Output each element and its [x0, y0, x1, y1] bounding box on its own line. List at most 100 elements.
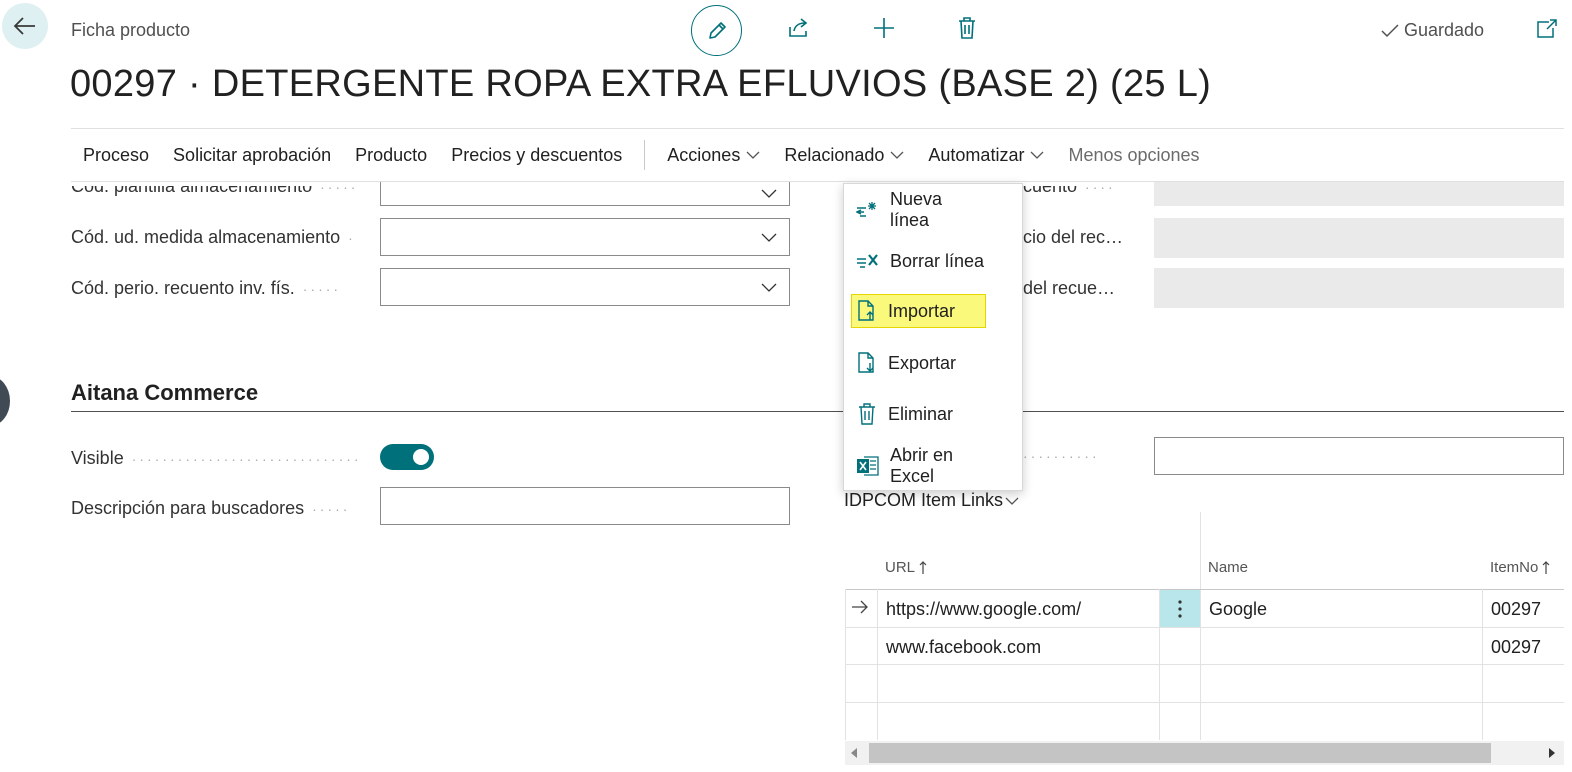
- saved-status: Guardado: [1380, 20, 1484, 41]
- excel-icon: [856, 454, 880, 478]
- side-panel-handle[interactable]: [0, 376, 10, 426]
- action-solicitar-aprobacion[interactable]: Solicitar aprobación: [161, 145, 343, 166]
- field-label-right-2: cio del rec…: [1023, 227, 1123, 248]
- field-label-storage-uom: Cód. ud. medida almacenamiento ·: [71, 227, 356, 248]
- plus-icon: [872, 16, 896, 40]
- field-label-right-4: ··········: [1023, 448, 1100, 464]
- popout-icon: [1535, 18, 1559, 40]
- menu-item-open-excel[interactable]: Abrir en Excel: [852, 445, 986, 486]
- item-links-title[interactable]: IDPCOM Item Links: [844, 490, 1019, 511]
- phys-count-period-select[interactable]: [380, 268, 790, 306]
- grid-line: [1482, 589, 1483, 740]
- action-proceso[interactable]: Proceso: [71, 145, 161, 166]
- right-field-2[interactable]: [1154, 218, 1564, 258]
- pencil-icon: [706, 20, 728, 42]
- action-acciones[interactable]: Acciones: [655, 145, 772, 166]
- item-links-title-label: IDPCOM Item Links: [844, 490, 1004, 510]
- chevron-down-icon: [890, 151, 904, 159]
- action-acciones-label: Acciones: [667, 144, 741, 165]
- label-leader: ·····: [302, 281, 342, 297]
- cell-url[interactable]: www.facebook.com: [886, 637, 1041, 658]
- menu-item-new-line[interactable]: Nueva línea: [852, 189, 986, 230]
- grid-line: [845, 589, 846, 740]
- scroll-left-icon[interactable]: [850, 747, 858, 759]
- export-icon: [856, 351, 878, 375]
- menu-item-delete[interactable]: Eliminar: [852, 397, 986, 431]
- cell-itemno[interactable]: 00297: [1491, 599, 1541, 620]
- chevron-down-icon: [761, 189, 777, 198]
- grid-line: [845, 589, 1564, 590]
- phys-count-label: Cód. perio. recuento inv. fís.: [71, 278, 295, 298]
- grid-line: [845, 627, 1564, 628]
- row-selected-arrow-icon: [851, 600, 869, 614]
- scrollbar-thumb[interactable]: [869, 743, 1491, 763]
- new-button[interactable]: [871, 15, 897, 41]
- right-field-3[interactable]: [1154, 268, 1564, 308]
- label-leader: ·····: [312, 501, 351, 517]
- menu-item-import[interactable]: Importar: [851, 294, 986, 328]
- trash-icon: [956, 16, 978, 40]
- share-button[interactable]: [786, 15, 812, 41]
- right-field-1[interactable]: [1154, 182, 1564, 206]
- visible-toggle[interactable]: [380, 444, 434, 470]
- field-label-right-3: del recue…: [1023, 278, 1115, 299]
- action-relacionado[interactable]: Relacionado: [772, 145, 916, 166]
- action-automatizar-label: Automatizar: [928, 144, 1025, 165]
- label-leader: ······························: [131, 451, 362, 467]
- cell-itemno[interactable]: 00297: [1491, 637, 1541, 658]
- chevron-down-icon: [1005, 497, 1019, 505]
- menu-item-label: Borrar línea: [890, 250, 985, 271]
- delete-line-icon: [856, 251, 880, 271]
- seo-description-input[interactable]: [380, 487, 790, 525]
- column-header-name[interactable]: Name: [1208, 559, 1248, 576]
- action-relacionado-label: Relacionado: [784, 144, 885, 165]
- breadcrumb: Ficha producto: [71, 20, 191, 40]
- field-label-seo-description: Descripción para buscadores ·····: [71, 498, 350, 519]
- chevron-down-icon: [746, 151, 760, 159]
- storage-uom-select[interactable]: [380, 218, 790, 256]
- action-precios-descuentos[interactable]: Precios y descuentos: [439, 145, 634, 166]
- edit-button[interactable]: [691, 5, 742, 56]
- section-divider: [71, 411, 1564, 412]
- menu-item-export[interactable]: Exportar: [852, 346, 986, 380]
- label-leader: ·: [348, 230, 356, 246]
- seo-description-label: Descripción para buscadores: [71, 498, 305, 518]
- row-actions-button[interactable]: [1160, 590, 1200, 627]
- storage-uom-label: Cód. ud. medida almacenamiento: [71, 227, 341, 247]
- action-automatizar[interactable]: Automatizar: [916, 145, 1056, 166]
- chevron-down-icon: [761, 283, 777, 292]
- storage-template-select[interactable]: [380, 182, 790, 206]
- grid-line: [845, 702, 1564, 703]
- chevron-down-icon: [761, 233, 777, 242]
- grid-line: [845, 664, 1564, 665]
- sort-ascending-icon: [919, 560, 927, 575]
- delete-button[interactable]: [954, 15, 980, 41]
- action-bar: Proceso Solicitar aprobación Producto Pr…: [71, 128, 1564, 182]
- cell-name[interactable]: Google: [1209, 599, 1267, 620]
- action-producto[interactable]: Producto: [343, 145, 439, 166]
- menu-item-label: Nueva línea: [890, 189, 943, 230]
- less-options-button[interactable]: Menos opciones: [1056, 145, 1211, 166]
- action-separator: [644, 140, 646, 170]
- field-label-phys-count: Cód. perio. recuento inv. fís. ·····: [71, 278, 341, 299]
- menu-item-label: Importar: [888, 300, 956, 321]
- menu-item-label: Exportar: [888, 352, 957, 373]
- menu-item-label: Eliminar: [888, 403, 954, 424]
- popout-button[interactable]: [1535, 18, 1559, 40]
- visible-label: Visible: [71, 448, 124, 468]
- right-3-label: del recue…: [1023, 278, 1116, 298]
- toggle-knob: [413, 449, 429, 465]
- section-title: Aitana Commerce: [71, 380, 259, 405]
- menu-item-delete-line[interactable]: Borrar línea: [852, 244, 986, 278]
- scroll-right-icon[interactable]: [1548, 747, 1556, 759]
- share-icon: [787, 17, 811, 39]
- right-2-label: cio del rec…: [1023, 227, 1124, 247]
- trash-icon: [856, 402, 878, 426]
- column-header-url[interactable]: URL: [885, 559, 927, 576]
- back-button[interactable]: [2, 3, 48, 49]
- column-header-itemno[interactable]: ItemNo: [1490, 559, 1550, 576]
- cell-url[interactable]: https://www.google.com/: [886, 599, 1081, 620]
- grid-line: [877, 589, 878, 740]
- right-field-4[interactable]: [1154, 437, 1564, 475]
- sort-ascending-icon: [1542, 560, 1550, 575]
